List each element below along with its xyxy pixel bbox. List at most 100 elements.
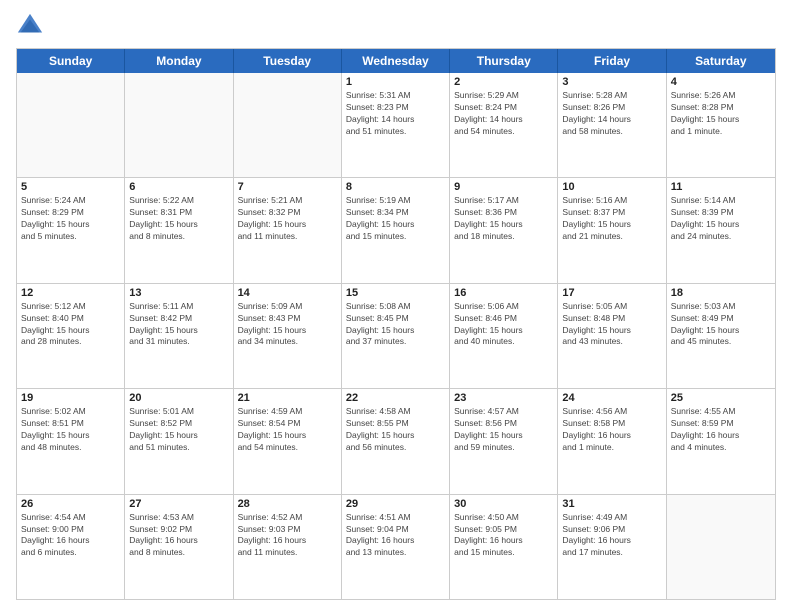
table-row: 11 Sunrise: 5:14 AMSunset: 8:39 PMDayligh… xyxy=(667,178,775,282)
calendar-week-4: 19 Sunrise: 5:02 AMSunset: 8:51 PMDayligh… xyxy=(17,389,775,494)
cell-content: Sunrise: 5:05 AMSunset: 8:48 PMDaylight:… xyxy=(562,301,661,349)
table-row: 8Sunrise: 5:19 AMSunset: 8:34 PMDaylight… xyxy=(342,178,450,282)
day-number: 13 xyxy=(129,287,228,299)
cell-content: Sunrise: 5:21 AMSunset: 8:32 PMDaylight:… xyxy=(238,195,337,243)
header xyxy=(16,12,776,40)
day-number: 4 xyxy=(671,76,771,88)
table-row: 7 Sunrise: 5:21 AMSunset: 8:32 PMDaylight… xyxy=(234,178,342,282)
table-row: 23 Sunrise: 4:57 AMSunset: 8:56 PMDayligh… xyxy=(450,389,558,493)
cell-content: Sunrise: 4:57 AMSunset: 8:56 PMDaylight:… xyxy=(454,406,553,454)
day-header-thursday: Thursday xyxy=(450,49,558,73)
calendar-week-2: 5 Sunrise: 5:24 AMSunset: 8:29 PMDaylight… xyxy=(17,178,775,283)
calendar-body: 1 Sunrise: 5:31 AMSunset: 8:23 PMDaylight… xyxy=(17,73,775,599)
table-row xyxy=(234,73,342,177)
cell-content: Sunrise: 4:59 AMSunset: 8:54 PMDaylight:… xyxy=(238,406,337,454)
table-row: 22Sunrise: 4:58 AMSunset: 8:55 PMDayligh… xyxy=(342,389,450,493)
calendar-week-3: 12Sunrise: 5:12 AMSunset: 8:40 PMDayligh… xyxy=(17,284,775,389)
cell-content: Sunrise: 4:50 AMSunset: 9:05 PMDaylight:… xyxy=(454,512,553,560)
day-number: 8 xyxy=(346,181,445,193)
table-row: 30 Sunrise: 4:50 AMSunset: 9:05 PMDayligh… xyxy=(450,495,558,599)
day-number: 16 xyxy=(454,287,553,299)
day-number: 11 xyxy=(671,181,771,193)
cell-content: Sunrise: 4:55 AMSunset: 8:59 PMDaylight:… xyxy=(671,406,771,454)
table-row xyxy=(17,73,125,177)
cell-content: Sunrise: 5:09 AMSunset: 8:43 PMDaylight:… xyxy=(238,301,337,349)
day-number: 28 xyxy=(238,498,337,510)
cell-content: Sunrise: 5:24 AMSunset: 8:29 PMDaylight:… xyxy=(21,195,120,243)
cell-content: Sunrise: 4:51 AMSunset: 9:04 PMDaylight:… xyxy=(346,512,445,560)
calendar-week-5: 26 Sunrise: 4:54 AMSunset: 9:00 PMDayligh… xyxy=(17,495,775,599)
table-row: 15 Sunrise: 5:08 AMSunset: 8:45 PMDayligh… xyxy=(342,284,450,388)
day-number: 17 xyxy=(562,287,661,299)
calendar-week-1: 1 Sunrise: 5:31 AMSunset: 8:23 PMDaylight… xyxy=(17,73,775,178)
cell-content: Sunrise: 5:29 AMSunset: 8:24 PMDaylight:… xyxy=(454,90,553,138)
cell-content: Sunrise: 5:06 AMSunset: 8:46 PMDaylight:… xyxy=(454,301,553,349)
table-row: 18 Sunrise: 5:03 AMSunset: 8:49 PMDayligh… xyxy=(667,284,775,388)
cell-content: Sunrise: 5:03 AMSunset: 8:49 PMDaylight:… xyxy=(671,301,771,349)
table-row: 14Sunrise: 5:09 AMSunset: 8:43 PMDayligh… xyxy=(234,284,342,388)
day-number: 26 xyxy=(21,498,120,510)
day-number: 5 xyxy=(21,181,120,193)
cell-content: Sunrise: 5:11 AMSunset: 8:42 PMDaylight:… xyxy=(129,301,228,349)
table-row xyxy=(125,73,233,177)
cell-content: Sunrise: 4:58 AMSunset: 8:55 PMDaylight:… xyxy=(346,406,445,454)
calendar-header: SundayMondayTuesdayWednesdayThursdayFrid… xyxy=(17,49,775,73)
day-number: 29 xyxy=(346,498,445,510)
day-number: 15 xyxy=(346,287,445,299)
table-row: 9 Sunrise: 5:17 AMSunset: 8:36 PMDaylight… xyxy=(450,178,558,282)
cell-content: Sunrise: 4:56 AMSunset: 8:58 PMDaylight:… xyxy=(562,406,661,454)
day-number: 31 xyxy=(562,498,661,510)
cell-content: Sunrise: 5:14 AMSunset: 8:39 PMDaylight:… xyxy=(671,195,771,243)
day-number: 10 xyxy=(562,181,661,193)
table-row xyxy=(667,495,775,599)
cell-content: Sunrise: 4:53 AMSunset: 9:02 PMDaylight:… xyxy=(129,512,228,560)
cell-content: Sunrise: 5:01 AMSunset: 8:52 PMDaylight:… xyxy=(129,406,228,454)
table-row: 27 Sunrise: 4:53 AMSunset: 9:02 PMDayligh… xyxy=(125,495,233,599)
day-number: 30 xyxy=(454,498,553,510)
day-number: 24 xyxy=(562,392,661,404)
day-number: 9 xyxy=(454,181,553,193)
day-number: 19 xyxy=(21,392,120,404)
day-number: 20 xyxy=(129,392,228,404)
table-row: 29 Sunrise: 4:51 AMSunset: 9:04 PMDayligh… xyxy=(342,495,450,599)
cell-content: Sunrise: 5:31 AMSunset: 8:23 PMDaylight:… xyxy=(346,90,445,138)
calendar: SundayMondayTuesdayWednesdayThursdayFrid… xyxy=(16,48,776,600)
table-row: 24 Sunrise: 4:56 AMSunset: 8:58 PMDayligh… xyxy=(558,389,666,493)
day-number: 6 xyxy=(129,181,228,193)
cell-content: Sunrise: 5:26 AMSunset: 8:28 PMDaylight:… xyxy=(671,90,771,138)
cell-content: Sunrise: 5:28 AMSunset: 8:26 PMDaylight:… xyxy=(562,90,661,138)
day-number: 18 xyxy=(671,287,771,299)
cell-content: Sunrise: 4:54 AMSunset: 9:00 PMDaylight:… xyxy=(21,512,120,560)
day-header-tuesday: Tuesday xyxy=(234,49,342,73)
day-header-sunday: Sunday xyxy=(17,49,125,73)
cell-content: Sunrise: 5:17 AMSunset: 8:36 PMDaylight:… xyxy=(454,195,553,243)
day-number: 23 xyxy=(454,392,553,404)
day-number: 2 xyxy=(454,76,553,88)
cell-content: Sunrise: 5:22 AMSunset: 8:31 PMDaylight:… xyxy=(129,195,228,243)
day-number: 3 xyxy=(562,76,661,88)
table-row: 19 Sunrise: 5:02 AMSunset: 8:51 PMDayligh… xyxy=(17,389,125,493)
cell-content: Sunrise: 5:02 AMSunset: 8:51 PMDaylight:… xyxy=(21,406,120,454)
cell-content: Sunrise: 5:08 AMSunset: 8:45 PMDaylight:… xyxy=(346,301,445,349)
day-number: 27 xyxy=(129,498,228,510)
table-row: 26 Sunrise: 4:54 AMSunset: 9:00 PMDayligh… xyxy=(17,495,125,599)
logo-icon xyxy=(16,12,44,40)
cell-content: Sunrise: 4:49 AMSunset: 9:06 PMDaylight:… xyxy=(562,512,661,560)
day-number: 1 xyxy=(346,76,445,88)
day-header-saturday: Saturday xyxy=(667,49,775,73)
table-row: 10Sunrise: 5:16 AMSunset: 8:37 PMDayligh… xyxy=(558,178,666,282)
table-row: 25Sunrise: 4:55 AMSunset: 8:59 PMDayligh… xyxy=(667,389,775,493)
table-row: 21 Sunrise: 4:59 AMSunset: 8:54 PMDayligh… xyxy=(234,389,342,493)
day-header-monday: Monday xyxy=(125,49,233,73)
logo xyxy=(16,12,48,40)
table-row: 13 Sunrise: 5:11 AMSunset: 8:42 PMDayligh… xyxy=(125,284,233,388)
table-row: 28Sunrise: 4:52 AMSunset: 9:03 PMDayligh… xyxy=(234,495,342,599)
table-row: 5 Sunrise: 5:24 AMSunset: 8:29 PMDaylight… xyxy=(17,178,125,282)
day-header-friday: Friday xyxy=(558,49,666,73)
table-row: 4 Sunrise: 5:26 AMSunset: 8:28 PMDaylight… xyxy=(667,73,775,177)
day-number: 21 xyxy=(238,392,337,404)
cell-content: Sunrise: 5:12 AMSunset: 8:40 PMDaylight:… xyxy=(21,301,120,349)
table-row: 17 Sunrise: 5:05 AMSunset: 8:48 PMDayligh… xyxy=(558,284,666,388)
day-number: 7 xyxy=(238,181,337,193)
day-header-wednesday: Wednesday xyxy=(342,49,450,73)
